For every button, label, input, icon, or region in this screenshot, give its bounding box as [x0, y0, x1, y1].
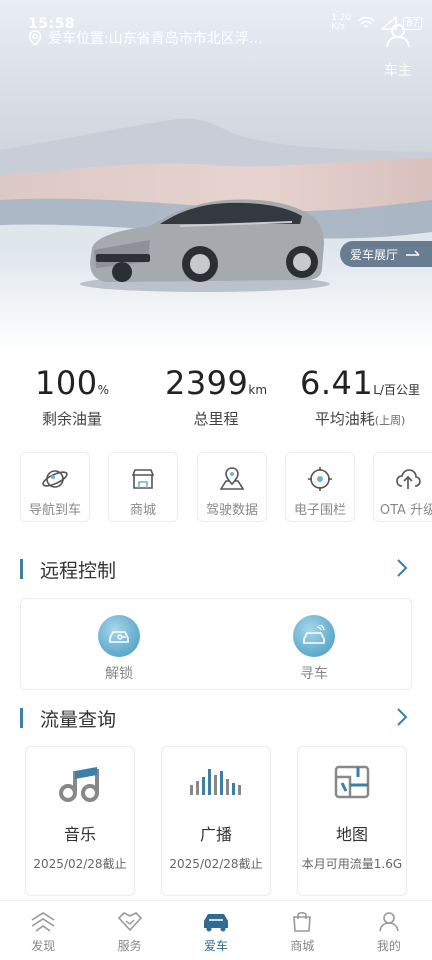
- hero-background: [0, 0, 432, 350]
- showroom-button[interactable]: 爱车展厅: [340, 241, 432, 267]
- map-pin-icon: [219, 467, 245, 490]
- map-icon: [334, 765, 370, 799]
- traffic-sub: 2025/02/28截止: [33, 857, 127, 871]
- unlock-label: 解锁: [105, 666, 133, 682]
- chevron-right-icon: [397, 708, 408, 726]
- location-pin-icon: [28, 30, 42, 46]
- tab-label: 服务: [117, 939, 142, 953]
- owner-avatar-icon: [386, 24, 410, 48]
- arrow-right-icon: [406, 250, 420, 256]
- tab-profile[interactable]: 我的: [346, 901, 432, 960]
- stat-value: 100: [35, 364, 98, 402]
- stat-unit: L/百公里: [373, 383, 420, 397]
- owner-button[interactable]: 车主: [382, 22, 414, 80]
- unlock-button[interactable]: 解锁: [89, 615, 149, 683]
- stat-label: 剩余油量: [41, 410, 102, 428]
- traffic-name: 音乐: [63, 825, 96, 844]
- feature-driving-data[interactable]: 驾驶数据: [197, 452, 267, 522]
- feature-label: 导航到车: [28, 503, 81, 518]
- discover-icon: [31, 912, 55, 932]
- traffic-sub: 2025/02/28截止: [169, 857, 263, 871]
- car-icon: [204, 914, 229, 932]
- tab-discover[interactable]: 发现: [0, 901, 86, 960]
- cloud-upload-icon: [396, 469, 421, 489]
- find-car-icon: [293, 615, 335, 657]
- profile-icon: [379, 912, 399, 932]
- tab-service[interactable]: 服务: [86, 901, 172, 960]
- shop-bag-icon: [293, 911, 312, 932]
- target-icon: [308, 467, 332, 491]
- remote-control-card: 解锁 寻车: [20, 598, 412, 690]
- stat-label: 平均油耗(上周): [288, 408, 432, 429]
- feature-navigate-to-car[interactable]: 导航到车: [20, 452, 90, 522]
- feature-row: 导航到车 商城 驾驶数据 电子围栏 OTA 升级: [20, 452, 432, 522]
- traffic-name: 广播: [199, 825, 232, 844]
- net-speed: 1.20 K/s: [331, 13, 352, 32]
- wifi-icon: [357, 16, 375, 28]
- section-accent-bar: [20, 708, 23, 728]
- showroom-label: 爱车展厅: [350, 247, 399, 262]
- traffic-card-radio[interactable]: 广播 2025/02/28截止: [161, 746, 271, 896]
- section-title: 流量查询: [40, 709, 117, 731]
- traffic-sub: 本月可用流量1.6G: [301, 857, 403, 871]
- feature-label: 驾驶数据: [205, 503, 258, 518]
- unlock-car-icon: [98, 615, 140, 657]
- stat-consumption: 6.41L/百公里 平均油耗(上周): [288, 364, 432, 429]
- tab-my-car[interactable]: 爱车: [173, 901, 259, 960]
- stat-value: 2399: [164, 364, 249, 402]
- find-car-button[interactable]: 寻车: [284, 615, 344, 683]
- bottom-tab-bar: 发现 服务 爱车 商城 我的: [0, 900, 432, 960]
- tab-label: 发现: [31, 939, 56, 953]
- tab-label: 我的: [376, 939, 401, 953]
- stat-unit: km: [248, 383, 268, 397]
- section-title: 远程控制: [40, 560, 117, 582]
- tab-label: 爱车: [204, 939, 229, 953]
- stat-label-text: 平均油耗: [314, 410, 375, 428]
- music-icon: [59, 767, 99, 802]
- feature-geofence[interactable]: 电子围栏: [285, 452, 355, 522]
- radio-icon: [190, 769, 241, 795]
- chevron-right-icon: [397, 559, 408, 577]
- location-text: 爱车位置:山东省青岛市市北区浮…: [48, 31, 263, 47]
- feature-label: 电子围栏: [293, 503, 346, 518]
- feature-label: OTA 升级: [379, 503, 432, 518]
- hero-banner: 15:58 1.20 K/s 87 爱车位置:山东省青岛市市北区浮… 车主 爱车…: [0, 0, 432, 350]
- car-location[interactable]: 爱车位置:山东省青岛市市北区浮…: [28, 28, 263, 48]
- stat-fuel: 100% 剩余油量: [0, 364, 144, 429]
- feature-label: 商城: [129, 503, 156, 518]
- section-traffic-query[interactable]: 流量查询: [20, 705, 412, 731]
- service-icon: [117, 912, 142, 932]
- stat-unit: %: [97, 383, 109, 397]
- traffic-name: 地图: [335, 825, 368, 844]
- feature-store[interactable]: 商城: [108, 452, 178, 522]
- owner-label: 车主: [384, 63, 412, 79]
- feature-ota-upgrade[interactable]: OTA 升级: [373, 452, 432, 522]
- store-icon: [131, 469, 155, 489]
- planet-icon: [42, 470, 68, 488]
- stat-mileage: 2399km 总里程: [144, 364, 288, 429]
- tab-label: 商城: [290, 939, 315, 953]
- find-car-label: 寻车: [300, 666, 328, 682]
- section-accent-bar: [20, 559, 23, 579]
- traffic-card-music[interactable]: 音乐 2025/02/28截止: [25, 746, 135, 896]
- stat-label: 总里程: [193, 410, 239, 428]
- stat-value: 6.41: [300, 364, 374, 402]
- tab-shop[interactable]: 商城: [259, 901, 345, 960]
- section-remote-control[interactable]: 远程控制: [20, 556, 412, 582]
- vehicle-stats: 100% 剩余油量 2399km 总里程 6.41L/百公里 平均油耗(上周): [0, 364, 432, 429]
- stat-sub: (上周): [374, 414, 406, 427]
- traffic-card-map[interactable]: 地图 本月可用流量1.6G: [297, 746, 407, 896]
